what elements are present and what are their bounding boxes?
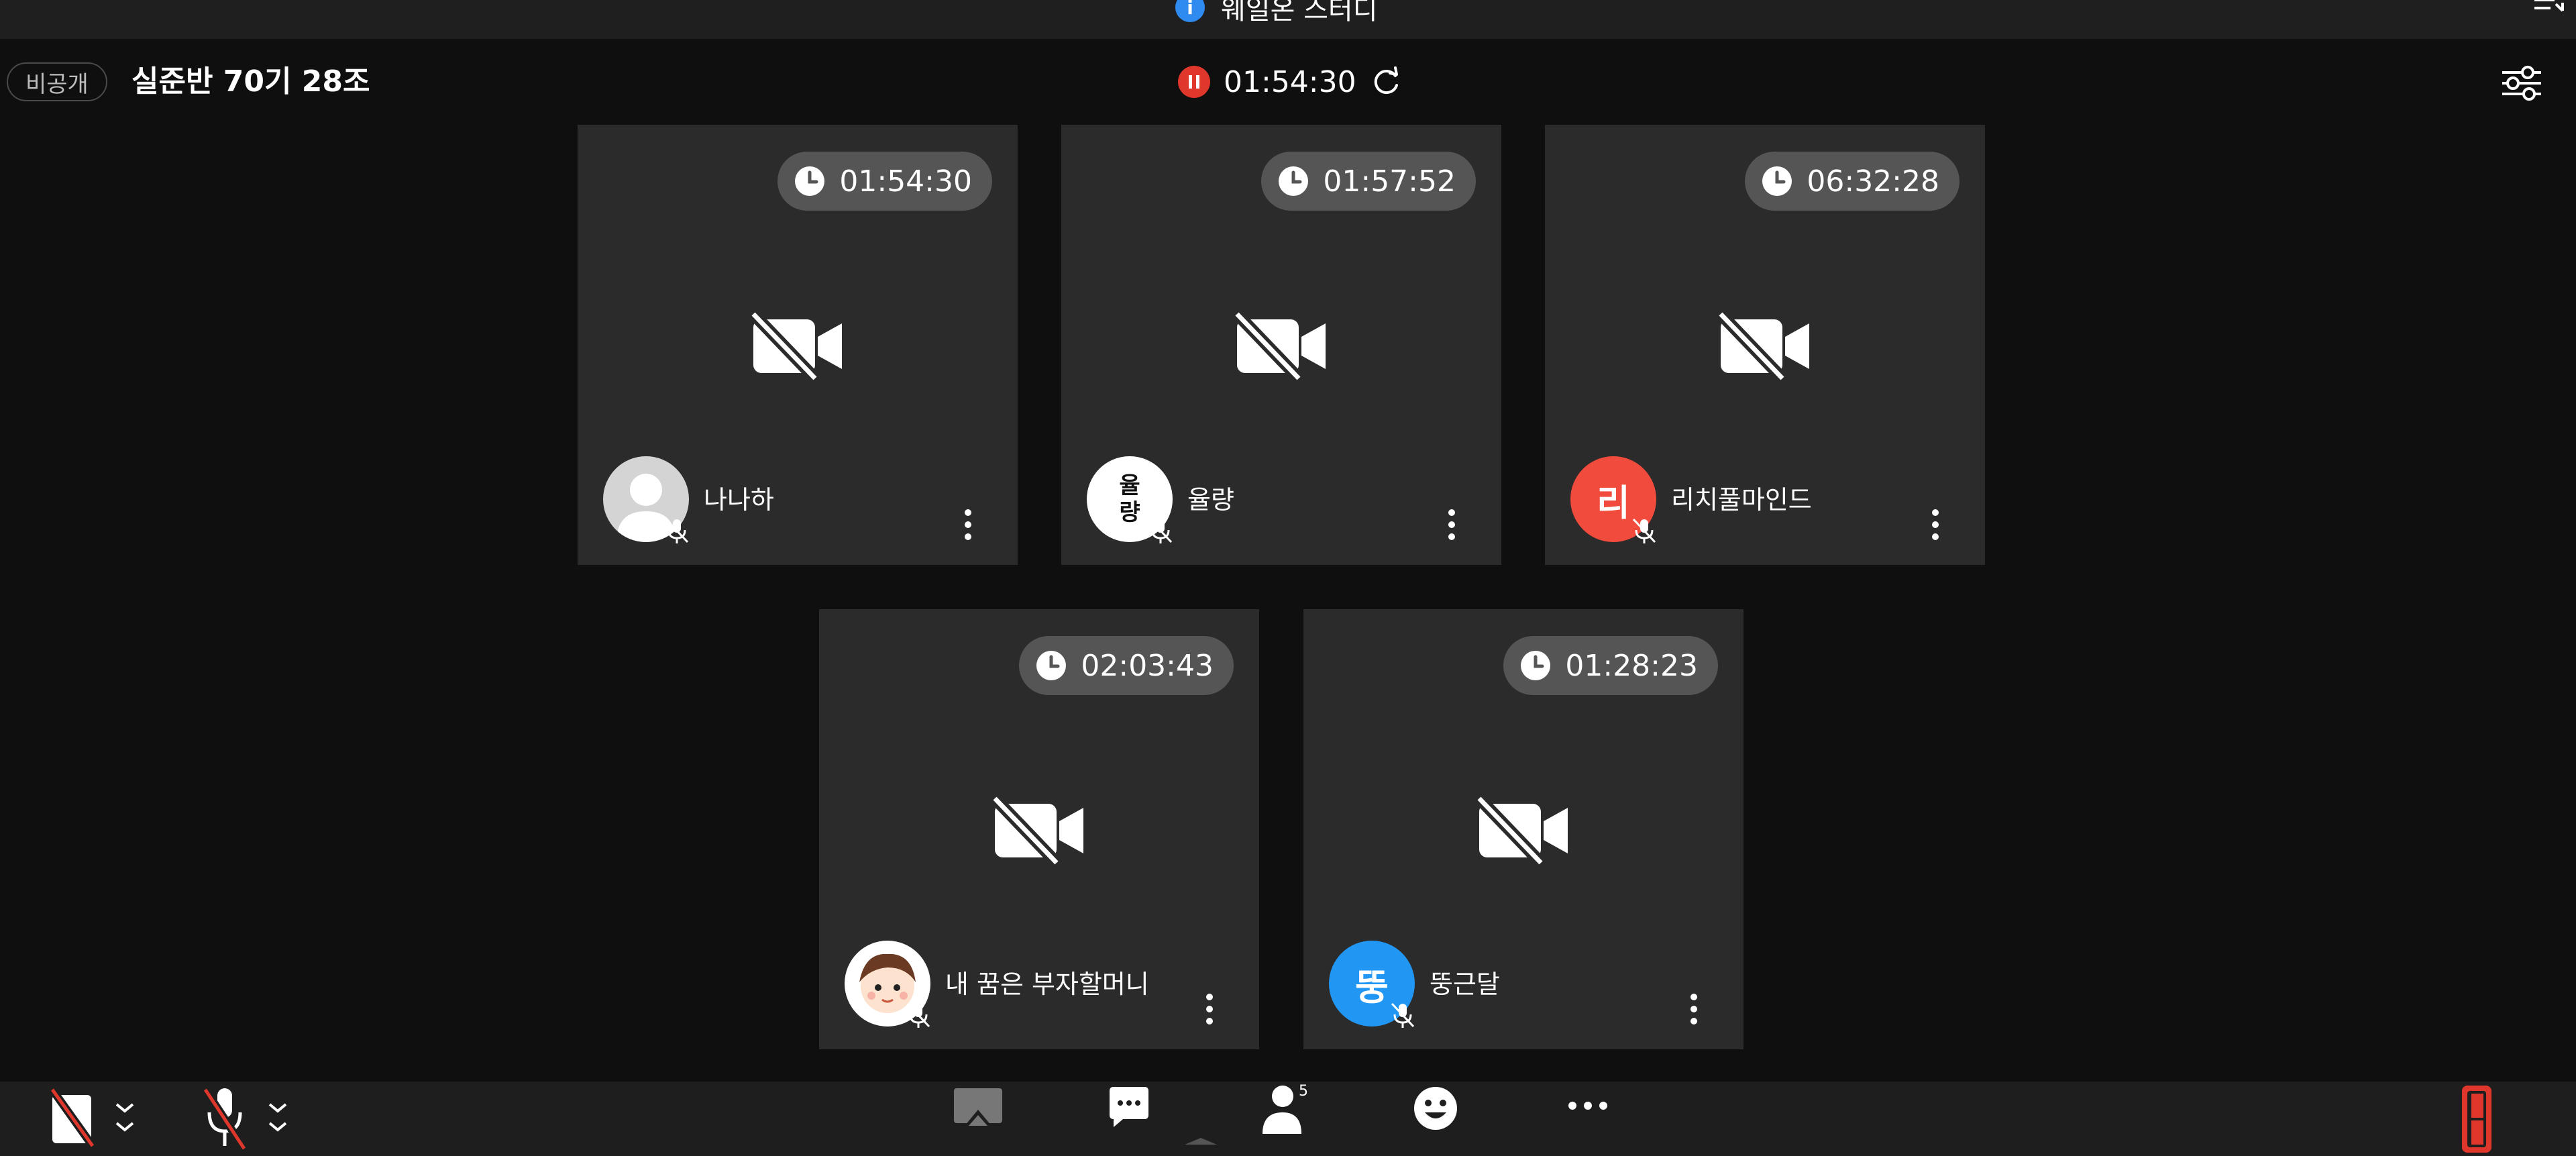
mic-muted-icon: [1632, 518, 1656, 543]
participant-name: 나나하: [704, 485, 774, 515]
more-vertical-icon[interactable]: [1687, 989, 1701, 1029]
camera-off-icon: [1718, 311, 1809, 381]
participant-tile[interactable]: 01:28:23 뚱 뚱근달: [1303, 609, 1743, 1049]
session-time: 01:54:30: [1224, 64, 1356, 99]
list-menu-icon[interactable]: [2530, 0, 2567, 23]
clock-icon: [1521, 651, 1551, 680]
avatar-text: 율량: [1119, 472, 1140, 526]
participant-name: 뚱근달: [1430, 969, 1500, 999]
info-icon-glyph: i: [1187, 0, 1193, 19]
participants-count-badge: 5: [1299, 1083, 1308, 1100]
participant-name: 율량: [1187, 485, 1234, 515]
camera-off-icon: [992, 796, 1083, 865]
more-vertical-icon[interactable]: [961, 505, 975, 545]
timer-text: 01:57:52: [1323, 164, 1456, 199]
emoji-icon[interactable]: [1411, 1084, 1460, 1133]
settings-sliders-icon[interactable]: [2500, 63, 2544, 103]
clock-icon: [1279, 166, 1309, 196]
more-vertical-icon[interactable]: [1929, 505, 1942, 545]
participant-tile[interactable]: 06:32:28 리 리치풀마인드: [1545, 125, 1985, 565]
chevron-down-icon[interactable]: [113, 1096, 137, 1137]
camera-off-icon: [1477, 796, 1568, 865]
participant-name: 내 꿈은 부자할머니: [945, 969, 1149, 999]
participant-tile[interactable]: 01:57:52 율량 율량: [1061, 125, 1501, 565]
timer-text: 06:32:28: [1807, 164, 1939, 199]
mic-muted-icon: [1391, 1002, 1415, 1028]
mic-muted-icon: [1148, 518, 1173, 543]
participant-timer: 01:54:30: [777, 152, 992, 211]
participant-name: 리치풀마인드: [1671, 485, 1812, 515]
avatar-letter: 리: [1597, 481, 1630, 524]
mic-muted-icon: [665, 518, 689, 543]
clock-icon: [1036, 651, 1067, 680]
window-title: 웨일온 스터디: [1221, 0, 1378, 25]
exit-icon[interactable]: [2458, 1084, 2496, 1154]
participant-tile[interactable]: 02:03:43 내 꿈은 부자할머니: [819, 609, 1259, 1049]
avatar-letter: 뚱: [1355, 965, 1389, 1008]
participant-timer: 02:03:43: [1019, 636, 1234, 695]
screen-share-icon[interactable]: [951, 1086, 1005, 1150]
pause-icon[interactable]: [1178, 66, 1210, 98]
participant-timer: 01:28:23: [1503, 636, 1718, 695]
camera-off-icon: [751, 311, 842, 381]
screen-share-base-icon: [1185, 1138, 1217, 1145]
participant-timer: 06:32:28: [1745, 152, 1960, 211]
more-vertical-icon[interactable]: [1203, 989, 1216, 1029]
privacy-badge[interactable]: 비공개: [7, 62, 107, 101]
window-titlebar: i 웨일온 스터디: [0, 0, 2576, 39]
session-timer: 01:54:30: [1178, 63, 1403, 101]
info-icon[interactable]: i: [1175, 0, 1205, 22]
clock-icon: [795, 166, 825, 196]
timer-text: 02:03:43: [1081, 648, 1214, 683]
camera-off-icon[interactable]: [48, 1086, 97, 1150]
chevron-down-icon[interactable]: [266, 1096, 290, 1137]
chat-icon[interactable]: [1106, 1084, 1152, 1138]
refresh-icon[interactable]: [1370, 65, 1403, 99]
participant-timer: 01:57:52: [1261, 152, 1476, 211]
clock-icon: [1762, 166, 1792, 196]
room-title: 실준반 70기 28조: [131, 64, 370, 99]
mic-muted-icon: [906, 1002, 930, 1028]
window-title-group: i 웨일온 스터디: [1175, 0, 1378, 27]
participant-tile[interactable]: 01:54:30 나나하: [578, 125, 1018, 565]
camera-off-icon: [1234, 311, 1326, 381]
bottom-toolbar: 5: [0, 1082, 2576, 1156]
mic-off-icon[interactable]: [201, 1086, 248, 1153]
timer-text: 01:28:23: [1565, 648, 1698, 683]
timer-text: 01:54:30: [839, 164, 972, 199]
more-horizontal-icon[interactable]: [1566, 1098, 1610, 1114]
more-vertical-icon[interactable]: [1445, 505, 1458, 545]
